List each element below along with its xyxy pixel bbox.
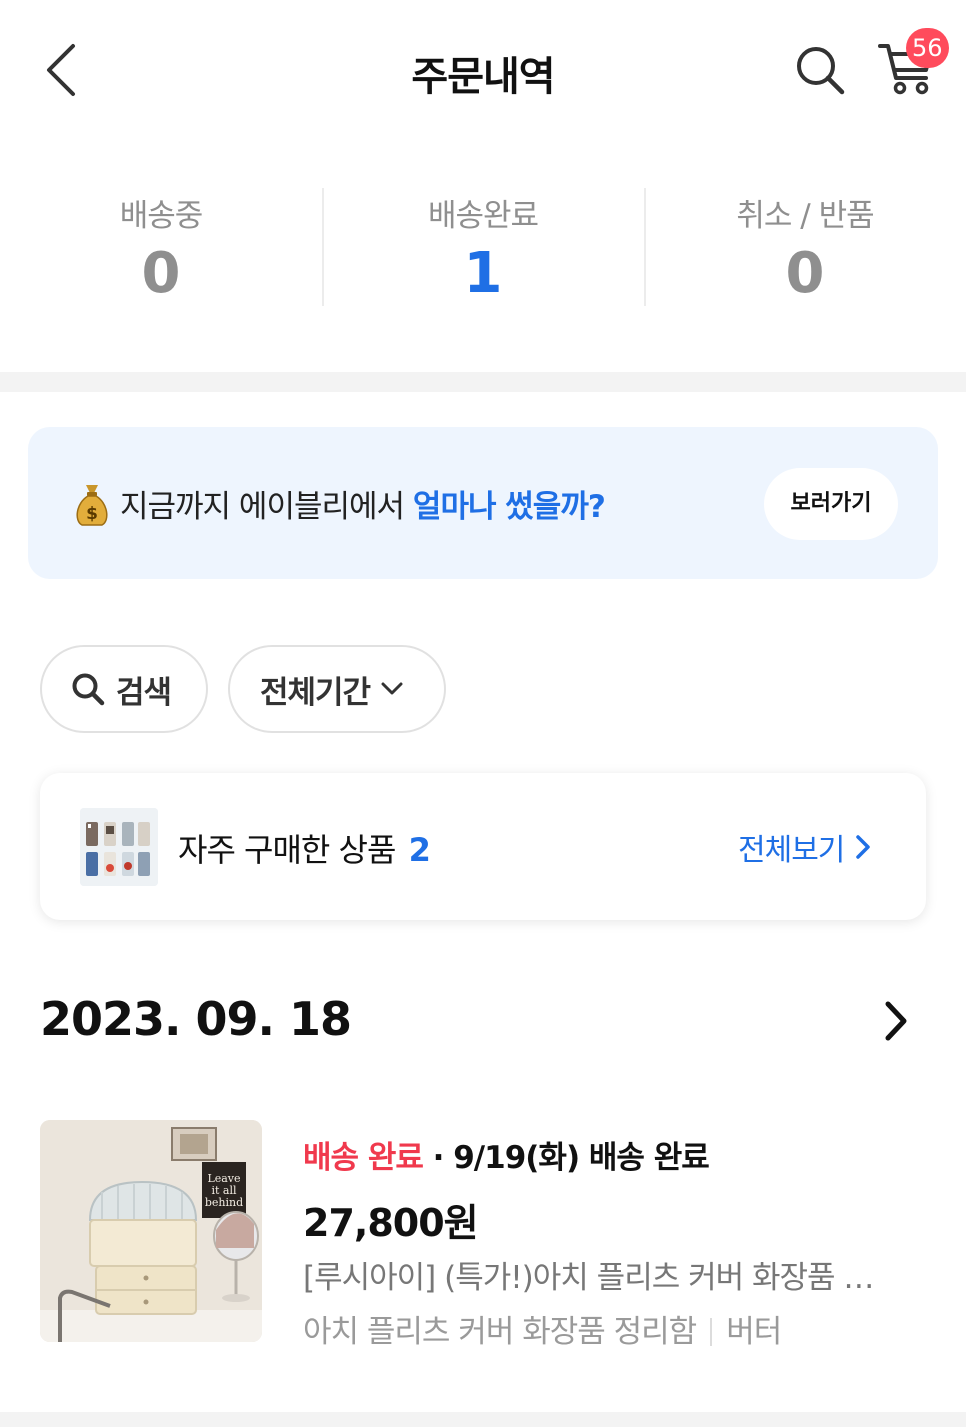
view-all-label: 전체보기: [738, 833, 845, 868]
status-shipping[interactable]: 배송중 0: [0, 180, 322, 315]
banner-text-main: 지금까지 에이블리에서: [120, 489, 413, 525]
chip-label: 검색: [116, 674, 172, 711]
delivery-status-detail: · 9/19(화) 배송 완료: [422, 1140, 710, 1176]
status-label: 취소 / 반품: [736, 198, 874, 234]
section-divider: [0, 372, 966, 392]
order-detail-button[interactable]: [876, 998, 916, 1044]
frequent-count: 2: [408, 831, 431, 869]
status-count: 0: [785, 241, 825, 306]
product-image[interactable]: Leave it all behind: [40, 1120, 262, 1342]
frequent-label-text: 자주 구매한 상품: [178, 831, 396, 869]
banner-text: 지금까지 에이블리에서 얼마나 썼을까?: [120, 481, 606, 526]
status-count: 1: [463, 241, 503, 306]
product-name[interactable]: [루시아이] (특가!)아치 플리츠 커버 화장품 정리함: [303, 1252, 893, 1297]
order-price: 27,800원: [303, 1201, 479, 1245]
option-color: 버터: [726, 1314, 782, 1350]
status-count: 0: [141, 241, 181, 306]
money-bag-icon: $: [76, 485, 108, 526]
chip-label: 전체기간: [260, 674, 371, 711]
order-date: 2023. 09. 18: [40, 992, 352, 1046]
option-separator: [710, 1318, 713, 1346]
order-status-summary: 배송중 0 배송완료 1 취소 / 반품 0: [0, 180, 966, 315]
frequent-product-thumbnail: [80, 808, 158, 886]
cart-count-badge: 56: [906, 28, 949, 68]
status-cancel-return[interactable]: 취소 / 반품 0: [644, 180, 966, 315]
chevron-right-icon: [856, 835, 871, 859]
chevron-right-icon: [885, 1001, 907, 1041]
search-filter-chip[interactable]: 검색: [40, 645, 208, 733]
product-option: 아치 플리츠 커버 화장품 정리함 버터: [303, 1306, 782, 1351]
search-icon: [797, 47, 845, 95]
status-delivered[interactable]: 배송완료 1: [322, 180, 644, 315]
banner-text-highlight: 얼마나 썼을까?: [412, 489, 606, 525]
frequent-products-card[interactable]: 자주 구매한 상품 2 전체보기: [40, 773, 926, 920]
top-app-bar: 주문내역 56: [0, 0, 966, 140]
svg-text:$: $: [86, 504, 98, 524]
spending-banner[interactable]: $ 지금까지 에이블리에서 얼마나 썼을까? 보러가기: [28, 427, 938, 579]
search-icon: [72, 673, 105, 706]
chevron-down-icon: [381, 682, 403, 695]
search-button[interactable]: [790, 40, 850, 100]
status-label: 배송완료: [427, 198, 539, 234]
period-filter-chip[interactable]: 전체기간: [228, 645, 446, 733]
option-name: 아치 플리츠 커버 화장품 정리함: [303, 1314, 697, 1350]
wall-poster-line: behind: [205, 1196, 243, 1209]
view-all-link[interactable]: 전체보기: [738, 825, 872, 869]
view-spending-button[interactable]: 보러가기: [764, 468, 898, 540]
section-divider: [0, 1412, 966, 1427]
delivery-status-label: 배송 완료: [303, 1140, 424, 1176]
status-label: 배송중: [119, 198, 204, 234]
delivery-status: 배송 완료 · 9/19(화) 배송 완료: [303, 1132, 710, 1177]
frequent-products-label: 자주 구매한 상품 2: [178, 825, 431, 871]
